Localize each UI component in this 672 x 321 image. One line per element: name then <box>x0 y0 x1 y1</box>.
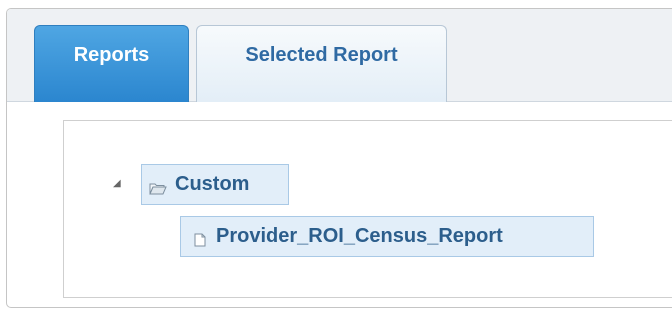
tree-folder-custom[interactable]: Custom <box>141 164 289 205</box>
document-icon <box>194 230 206 246</box>
reports-widget: Reports Selected Report ◢ Custom Provide… <box>6 8 672 308</box>
tree-item-label: Provider_ROI_Census_Report <box>216 225 503 247</box>
tab-bar: Reports Selected Report <box>7 9 672 102</box>
tab-reports[interactable]: Reports <box>34 25 189 102</box>
tab-selected-report[interactable]: Selected Report <box>196 25 447 102</box>
tree-folder-label: Custom <box>175 173 250 195</box>
tree-item-report[interactable]: Provider_ROI_Census_Report <box>180 216 594 257</box>
reports-tree-panel: ◢ Custom Provider_ROI_Census_Report <box>63 120 672 298</box>
triangle-expanded-icon[interactable]: ◢ <box>113 178 121 189</box>
folder-open-icon <box>149 178 167 195</box>
